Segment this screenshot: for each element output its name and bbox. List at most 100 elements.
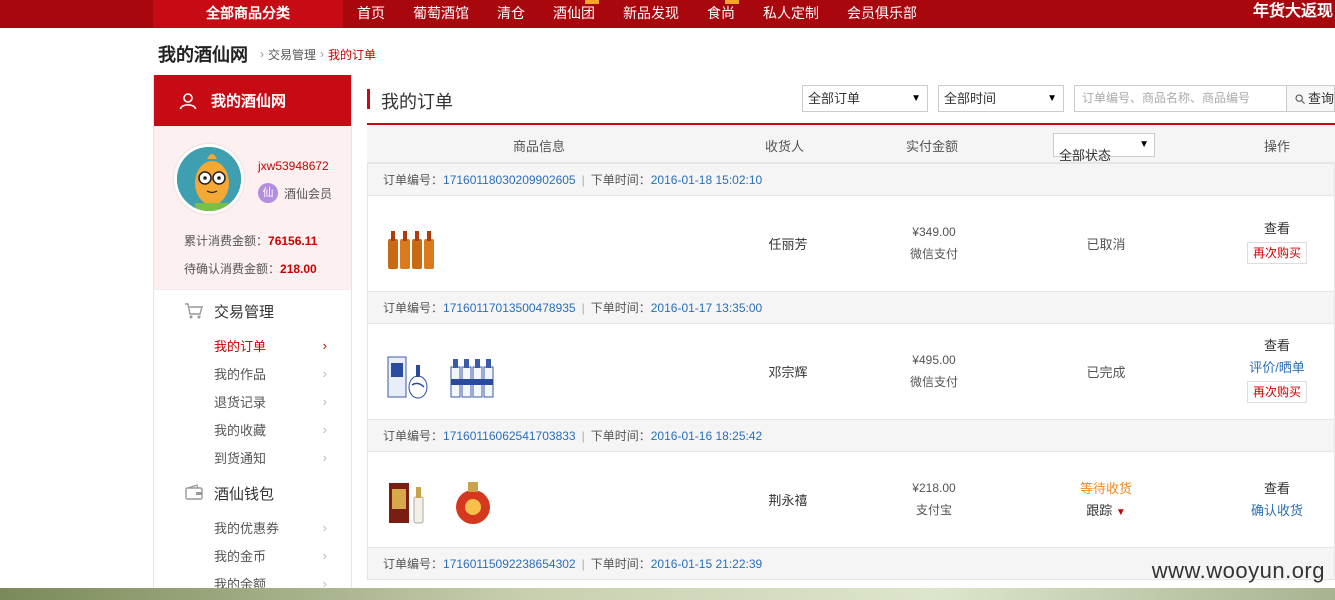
all-categories-button[interactable]: 全部商品分类 [153, 0, 343, 28]
rebuy-button[interactable]: 再次购买 [1246, 242, 1307, 264]
sidebar-item-label: 退货记录 [214, 394, 267, 410]
breadcrumb-separator-icon: › [320, 47, 325, 61]
nav-item-clearance[interactable]: 清仓 [483, 0, 539, 28]
breadcrumb: 我的酒仙网 › 交易管理 › 我的订单 [158, 42, 376, 66]
sidebar-item-my-orders[interactable]: 我的订单 › [154, 331, 351, 359]
order-type-select[interactable]: 全部订单 ▼ [802, 85, 928, 112]
view-order-link[interactable]: 查看 [1237, 478, 1317, 500]
order-time-label: 下单时间： [590, 429, 651, 443]
dropdown-arrow-icon: ▼ [1139, 139, 1149, 150]
order-time-label: 下单时间： [590, 557, 651, 571]
column-ops: 操作 [1264, 139, 1291, 154]
order-no-label: 订单编号： [383, 557, 444, 571]
sidebar-item-arrival-notice[interactable]: 到货通知 › [154, 443, 351, 471]
breadcrumb-site[interactable]: 我的酒仙网 [158, 41, 248, 67]
sidebar-item-returns[interactable]: 退货记录 › [154, 387, 351, 415]
chevron-down-icon: ▼ [1115, 507, 1126, 518]
orders-table: 商品信息 收货人 实付金额 全部状态 ▼ 操作 订单编号： 1716011803… [367, 123, 1335, 580]
avatar-image [177, 147, 241, 211]
search-icon [1295, 93, 1305, 104]
nav-item-food[interactable]: 食尚 [693, 0, 749, 28]
column-amount: 实付金额 [906, 139, 959, 154]
user-icon [179, 92, 197, 109]
receiver-name: 邓宗辉 [768, 365, 808, 380]
username[interactable]: jxw53948672 [258, 159, 329, 173]
product-image[interactable] [386, 346, 436, 406]
pending-spend-value: 218.00 [280, 262, 317, 276]
order-status: 已取消 [1086, 237, 1126, 252]
search-button[interactable]: 查询 [1287, 85, 1335, 112]
sidebar-item-gold-coins[interactable]: 我的金币 › [154, 541, 351, 569]
order-no-label: 订单编号： [383, 173, 444, 187]
order-time: 2016-01-15 21:22:39 [650, 556, 763, 571]
nav-item-wine-hall[interactable]: 葡萄酒馆 [399, 0, 483, 28]
order-status: 等待收货 跟踪 ▼ [1056, 478, 1156, 524]
member-badge-icon: 仙 [258, 183, 278, 203]
order-number[interactable]: 17160115092238654302 [443, 557, 576, 571]
sidebar-item-coupons[interactable]: 我的优惠券 › [154, 513, 351, 541]
promo-banner[interactable]: 年货大返现 [1253, 0, 1335, 24]
nav-item-custom[interactable]: 私人定制 [749, 0, 833, 28]
product-image[interactable] [448, 472, 498, 532]
sidebar-item-label: 我的优惠券 [214, 520, 280, 536]
confirm-receipt-link[interactable]: 确认收货 [1237, 500, 1317, 522]
order-no-label: 订单编号： [383, 429, 444, 443]
pending-spend: 待确认消费金额：218.00 [184, 260, 317, 277]
track-shipment-link[interactable]: 跟踪 ▼ [1056, 500, 1156, 524]
order-number[interactable]: 17160117013500478935 [443, 301, 576, 315]
total-spend-label: 累计消费金额： [184, 234, 269, 248]
nav-item-home[interactable]: 首页 [343, 0, 399, 28]
page-title: 我的订单 [381, 92, 453, 112]
search-input[interactable]: 订单编号、商品名称、商品编号 [1074, 85, 1287, 112]
sidebar-item-my-works[interactable]: 我的作品 › [154, 359, 351, 387]
top-nav: 全部商品分类 首页 葡萄酒馆 清仓 酒仙团 新品发现 食尚 私人定制 会员俱乐部… [0, 0, 1335, 28]
sidebar-item-label: 我的订单 [214, 338, 267, 354]
breadcrumb-section[interactable]: 交易管理 [268, 46, 316, 63]
order-body: 邓宗辉 ¥495.00 微信支付 已完成 查看 评价/晒单 再次购买 [368, 324, 1334, 419]
order-number[interactable]: 17160118030209902605 [443, 173, 576, 187]
review-link[interactable]: 评价/晒单 [1237, 357, 1317, 379]
sidebar-section-trade: 交易管理 我的订单 › 我的作品 › 退货记录 › 我的收藏 › 到货通知 › [154, 296, 351, 471]
nav-item-club[interactable]: 会员俱乐部 [833, 0, 931, 28]
sidebar-item-label: 到货通知 [214, 450, 267, 466]
dropdown-arrow-icon: ▼ [1047, 93, 1057, 104]
sidebar-item-favorites[interactable]: 我的收藏 › [154, 415, 351, 443]
order-amount: ¥218.00 支付宝 [884, 477, 984, 521]
cart-icon [185, 303, 203, 319]
chevron-right-icon: › [322, 547, 327, 563]
product-image[interactable] [386, 218, 436, 278]
total-spend-value: 76156.11 [268, 234, 318, 248]
sidebar-header[interactable]: 我的酒仙网 [154, 75, 351, 126]
order-time: 2016-01-18 15:02:10 [650, 172, 763, 187]
order-time-select[interactable]: 全部时间 ▼ [938, 85, 1064, 112]
title-marker [367, 89, 370, 109]
receiver-name: 任丽芳 [768, 237, 808, 252]
sidebar-section-wallet: 酒仙钱包 我的优惠券 › 我的金币 › 我的余额 › [154, 478, 351, 597]
product-image[interactable] [448, 346, 498, 406]
product-image[interactable] [386, 472, 436, 532]
status-filter-select[interactable]: 全部状态 ▼ [1053, 133, 1155, 163]
divider: | [581, 172, 585, 187]
sidebar-item-label: 我的收藏 [214, 422, 267, 438]
order-time-value: 全部时间 [944, 91, 997, 106]
view-order-link[interactable]: 查看 [1237, 335, 1317, 357]
sidebar-section-wallet-label: 酒仙钱包 [214, 485, 275, 503]
avatar[interactable] [174, 144, 244, 214]
nav-item-new[interactable]: 新品发现 [609, 0, 693, 28]
chevron-right-icon: › [322, 519, 327, 535]
order-no-label: 订单编号： [383, 301, 444, 315]
amount-value: ¥218.00 [912, 481, 956, 495]
sidebar-section-title: 酒仙钱包 [154, 478, 351, 508]
watermark: www.wooyun.org [1151, 558, 1325, 583]
order-amount: ¥495.00 微信支付 [884, 349, 984, 393]
order-type-value: 全部订单 [808, 91, 861, 106]
order-amount: ¥349.00 微信支付 [884, 221, 984, 265]
view-order-link[interactable]: 查看 [1237, 218, 1317, 240]
payment-method: 微信支付 [909, 375, 958, 389]
order-body: 荆永禧 ¥218.00 支付宝 等待收货 跟踪 ▼ 查看 确认收货 [368, 452, 1334, 547]
order-number[interactable]: 17160116062541703833 [443, 429, 576, 443]
dropdown-arrow-icon: ▼ [911, 93, 921, 104]
chevron-right-icon: › [322, 449, 327, 465]
nav-item-group-buy[interactable]: 酒仙团 [539, 0, 609, 28]
rebuy-button[interactable]: 再次购买 [1246, 381, 1307, 403]
